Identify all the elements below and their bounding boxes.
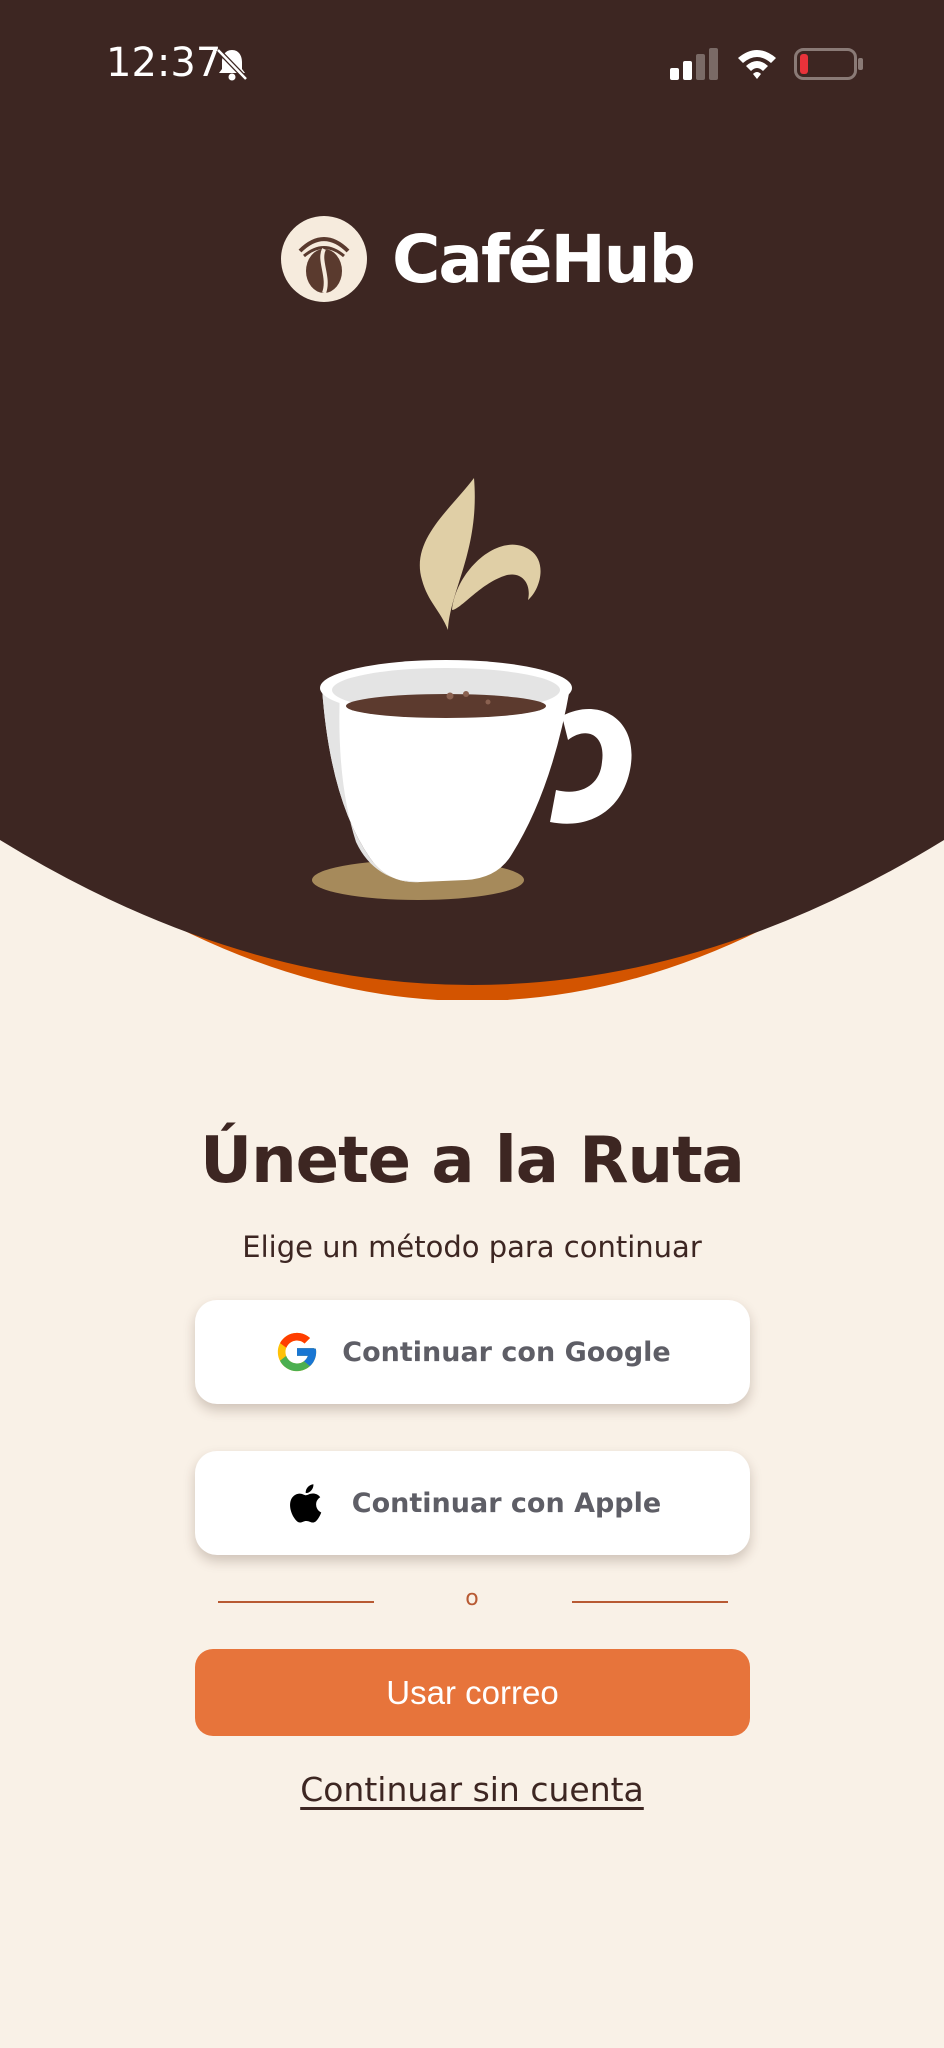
- use-email-button[interactable]: Usar correo: [195, 1649, 750, 1736]
- divider-text: o: [465, 1586, 479, 1611]
- google-button-label: Continuar con Google: [342, 1336, 671, 1368]
- coffee-cup-illustration: [312, 478, 632, 900]
- coffee-bean-logo-icon: [281, 216, 367, 302]
- wifi-icon: [738, 50, 776, 79]
- apple-button-label: Continuar con Apple: [351, 1487, 662, 1519]
- page-title: Únete a la Ruta: [200, 1124, 745, 1198]
- continue-with-apple-button[interactable]: Continuar con Apple: [195, 1451, 750, 1555]
- continue-without-account-link[interactable]: Continuar sin cuenta: [0, 1770, 944, 1809]
- cellular-signal-icon: [670, 48, 718, 80]
- google-icon: [278, 1332, 317, 1372]
- bell-muted-icon: [216, 48, 248, 81]
- divider-line-right: [572, 1601, 728, 1603]
- status-time: 12:37: [106, 40, 222, 86]
- brand-name: CaféHub: [392, 220, 696, 298]
- brand-logo: CaféHub: [280, 214, 696, 304]
- apple-icon: [289, 1484, 322, 1523]
- battery-low-icon: [794, 48, 863, 80]
- page-subtitle: Elige un método para continuar: [242, 1230, 702, 1264]
- continue-with-google-button[interactable]: Continuar con Google: [195, 1300, 750, 1404]
- status-bar: 12:37: [0, 0, 944, 130]
